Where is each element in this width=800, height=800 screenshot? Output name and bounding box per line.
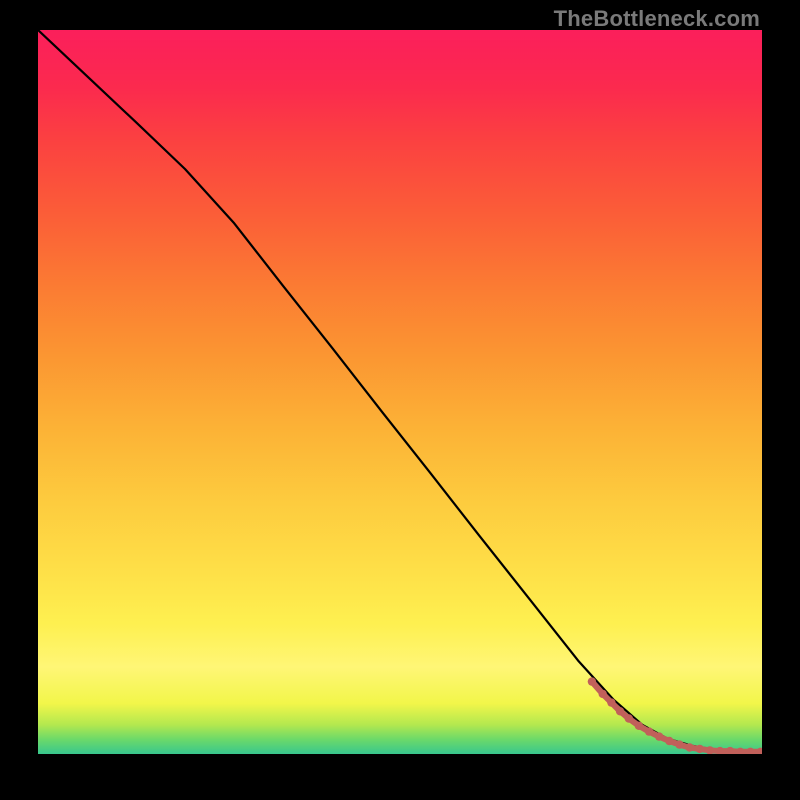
chart-stage: TheBottleneck.com xyxy=(0,0,800,800)
curve-line xyxy=(38,30,762,752)
plot-area xyxy=(38,30,762,754)
watermark-text: TheBottleneck.com xyxy=(554,6,760,32)
chart-overlay xyxy=(38,30,762,754)
marker-group xyxy=(588,677,762,754)
